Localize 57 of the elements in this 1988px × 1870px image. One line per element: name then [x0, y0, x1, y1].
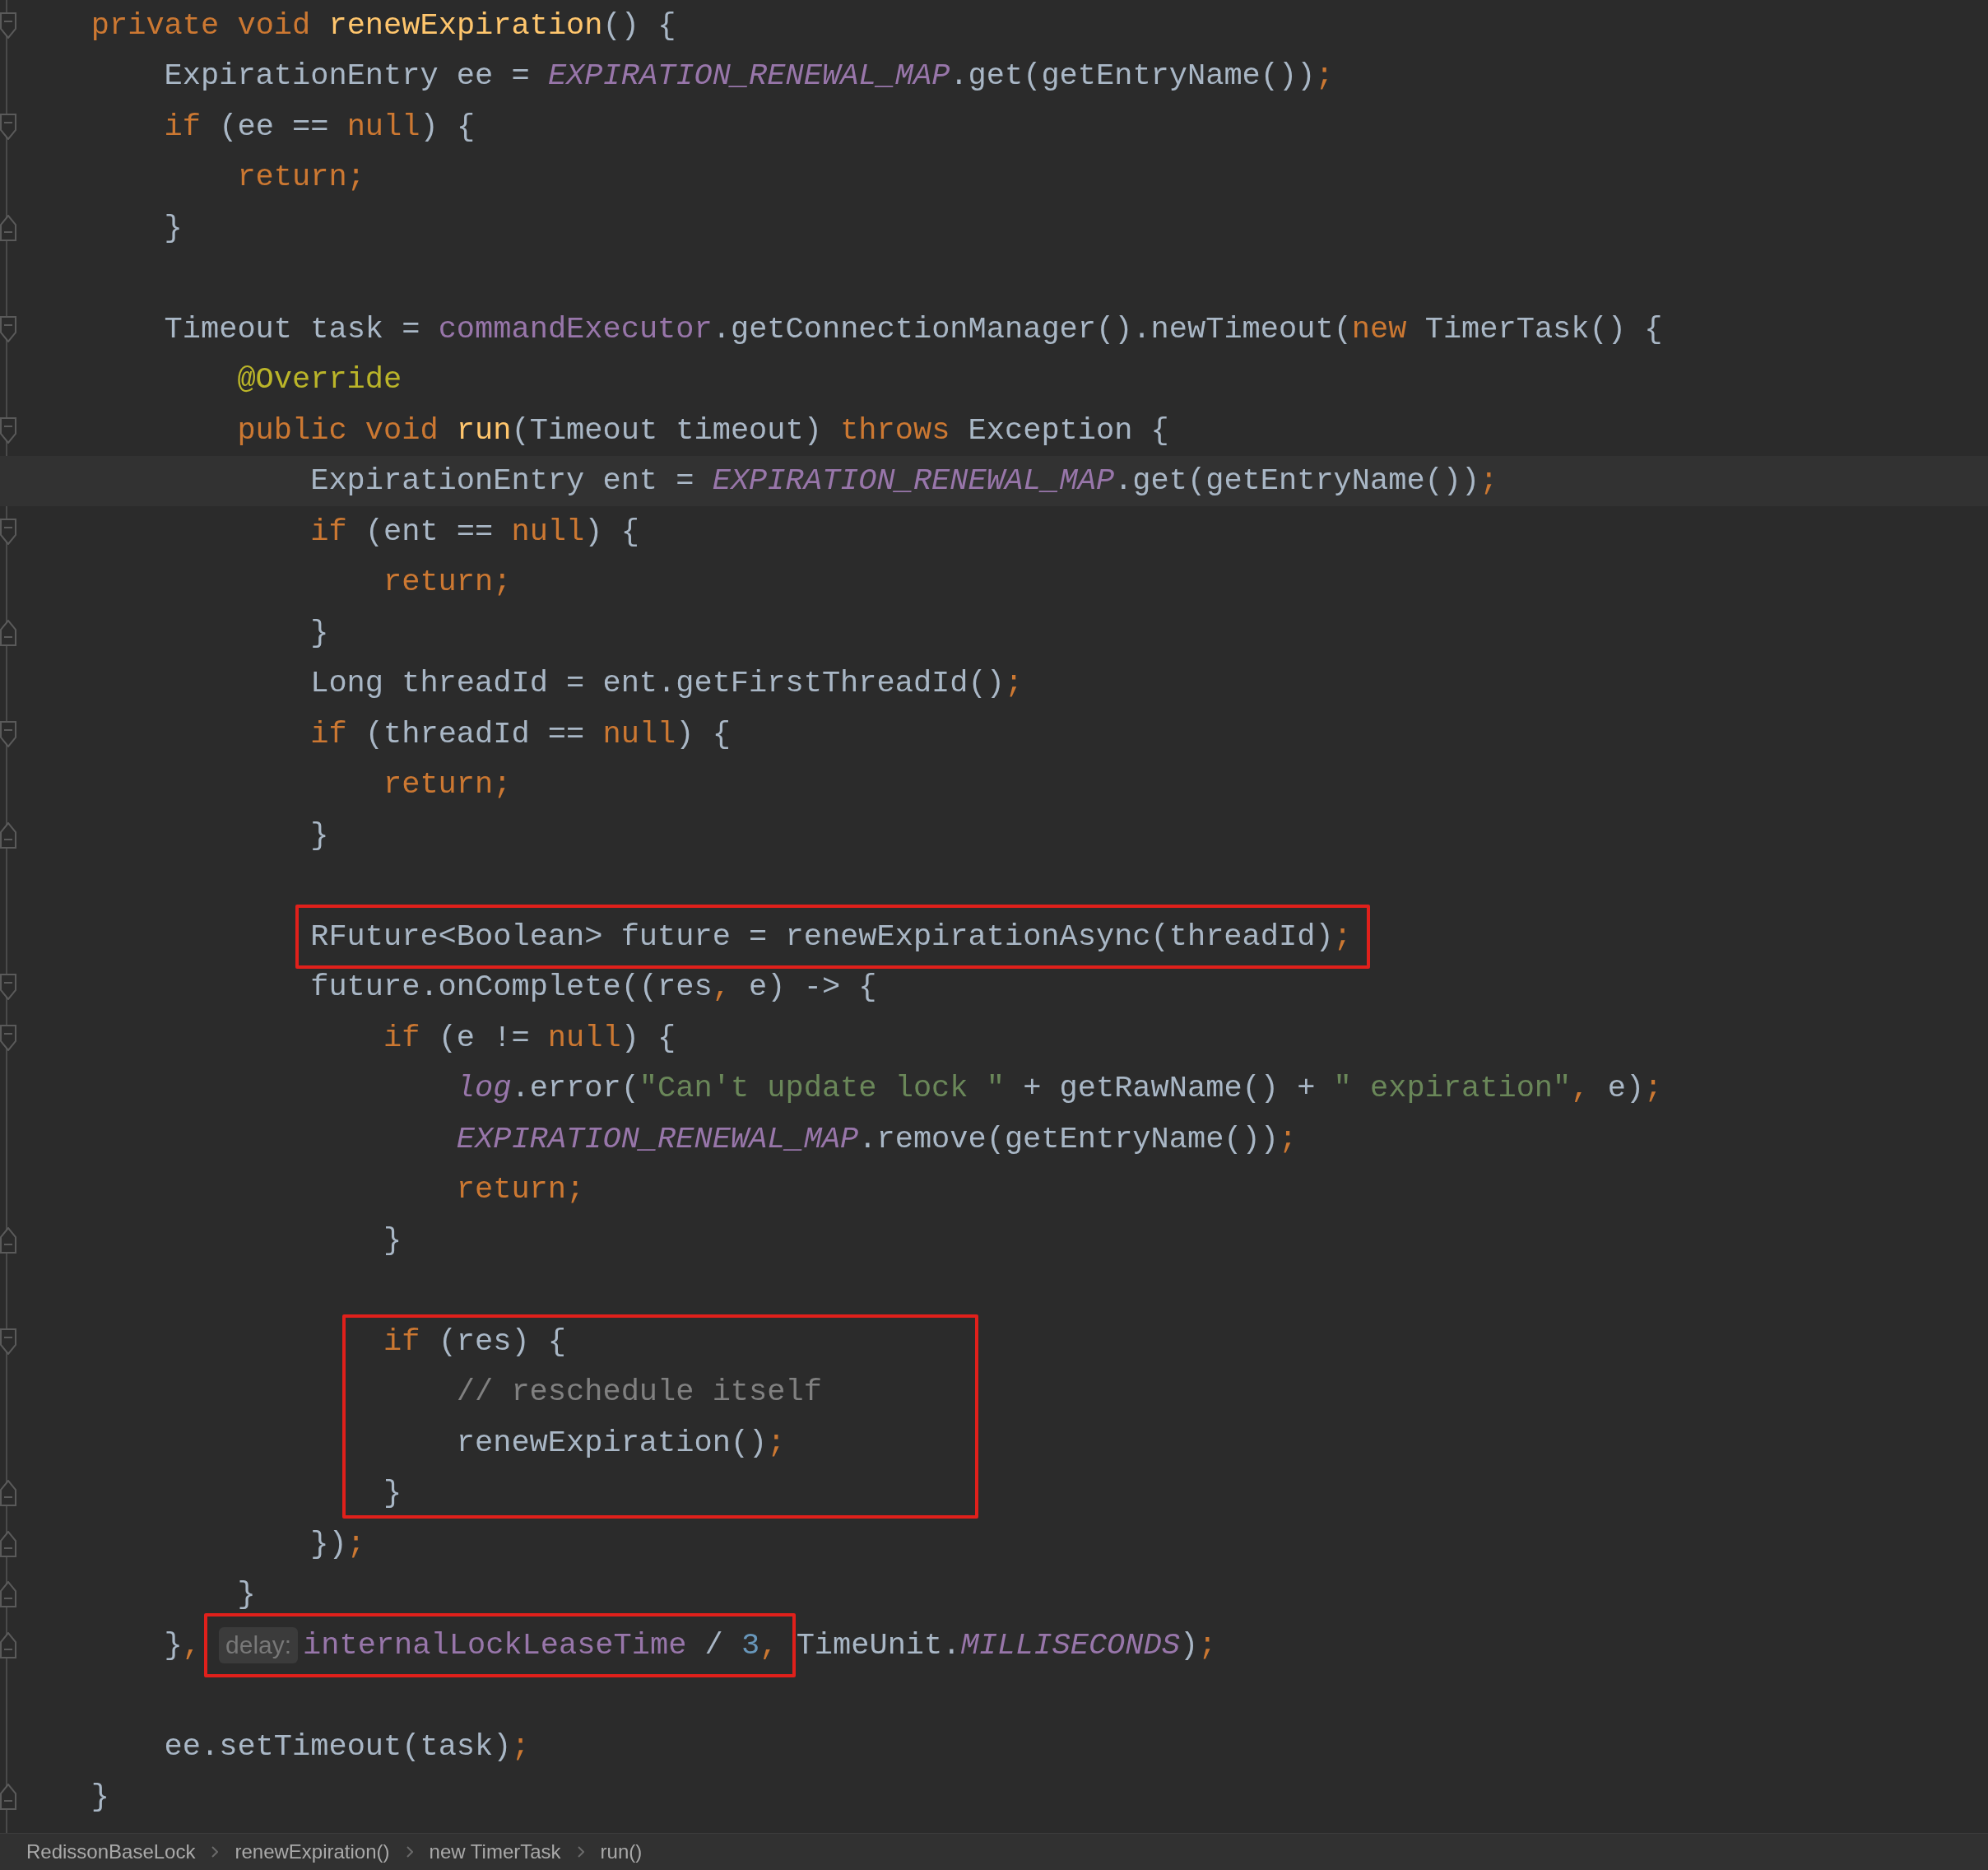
fold-marker-icon[interactable]	[0, 416, 16, 444]
code-line: return;	[237, 159, 365, 196]
code-line: future.onComplete((res, e) -> {	[310, 969, 877, 1006]
fold-marker-icon[interactable]	[0, 720, 16, 747]
code-line: ExpirationEntry ee = EXPIRATION_RENEWAL_MAP.get(getEntryName());	[164, 58, 1334, 95]
code-line: }	[237, 1576, 256, 1613]
code-line: ee.setTimeout(task);	[164, 1728, 530, 1765]
code-line: }	[164, 209, 183, 246]
code-line: Long threadId = ent.getFirstThreadId();	[310, 665, 1024, 702]
chevron-icon	[406, 1846, 413, 1858]
code-line: RFuture<Boolean> future = renewExpirationAsync(threadId);	[310, 918, 1352, 955]
breadcrumb-item[interactable]: run()	[597, 1840, 646, 1864]
code-line: if (ent == null) {	[310, 513, 639, 550]
code-line: }	[383, 1221, 402, 1258]
breadcrumb-item[interactable]: new TimerTask	[425, 1840, 564, 1864]
code-line: @Override	[237, 361, 402, 398]
fold-marker-icon[interactable]	[0, 1581, 16, 1608]
code-line: return;	[383, 766, 512, 803]
code-line: if (res) {	[383, 1323, 567, 1360]
code-line: private void renewExpiration() {	[91, 7, 676, 44]
code-line: if (threadId == null) {	[310, 715, 731, 752]
code-line: public void run(Timeout timeout) throws Exception {	[237, 412, 1169, 449]
code-line: log.error("Can't update lock " + getRawName() + " expiration", e);	[456, 1070, 1663, 1107]
code-line: }	[310, 816, 329, 854]
fold-marker-icon[interactable]	[0, 12, 16, 39]
fold-marker-icon[interactable]	[0, 518, 16, 545]
fold-marker-icon[interactable]	[0, 1530, 16, 1557]
code-line: }	[91, 1779, 109, 1816]
code-line: // reschedule itself	[456, 1374, 822, 1411]
code-line: ExpirationEntry ent = EXPIRATION_RENEWAL_MAP.get(getEntryName());	[310, 463, 1498, 500]
code-line: if (e != null) {	[383, 1019, 676, 1056]
fold-marker-icon[interactable]	[0, 1328, 16, 1355]
fold-marker-icon[interactable]	[0, 113, 16, 140]
code-line: return;	[456, 1171, 585, 1208]
fold-marker-icon[interactable]	[0, 1480, 16, 1507]
fold-marker-icon[interactable]	[0, 821, 16, 849]
fold-marker-icon[interactable]	[0, 619, 16, 646]
breadcrumb-item[interactable]: renewExpiration()	[231, 1840, 393, 1864]
code-line: }	[310, 614, 329, 651]
fold-marker-icon[interactable]	[0, 1631, 16, 1658]
fold-marker-icon[interactable]	[0, 1024, 16, 1051]
chevron-icon	[211, 1846, 219, 1858]
code-line: });	[310, 1525, 365, 1562]
code-line: Timeout task = commandExecutor.getConnectionManager().newTimeout(new TimerTask() {	[164, 310, 1663, 347]
fold-marker-icon[interactable]	[0, 974, 16, 1001]
fold-marker-icon[interactable]	[0, 315, 16, 342]
fold-marker-icon[interactable]	[0, 1784, 16, 1811]
fold-marker-icon[interactable]	[0, 214, 16, 241]
code-line: }	[383, 1475, 402, 1512]
chevron-icon	[577, 1846, 584, 1858]
code-line: EXPIRATION_RENEWAL_MAP.remove(getEntryName());	[456, 1120, 1298, 1157]
code-line: renewExpiration();	[456, 1424, 786, 1461]
code-line: }, delay: internalLockLeaseTime / 3, TimeUnit.MILLISECONDS);	[164, 1626, 1217, 1663]
code-line: return;	[383, 564, 512, 601]
fold-marker-icon[interactable]	[0, 1226, 16, 1254]
code-line: if (ee == null) {	[164, 108, 476, 145]
breadcrumb-item[interactable]: RedissonBaseLock	[23, 1840, 199, 1864]
